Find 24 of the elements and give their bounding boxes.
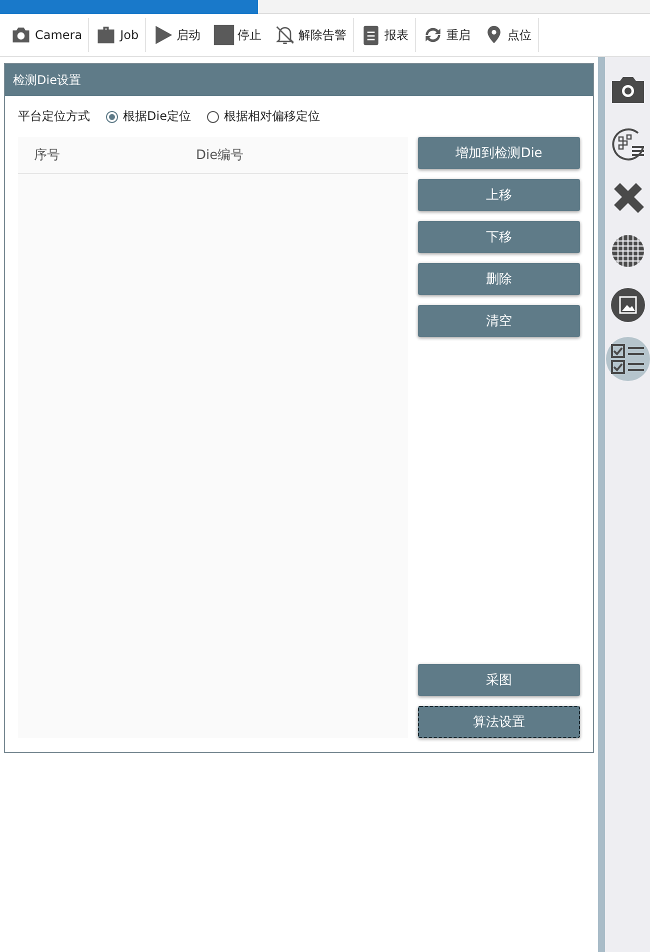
bell-off-icon [274,24,296,46]
column-header: 序号 [33,147,61,164]
action-button[interactable]: 清空 [418,305,580,337]
toolbar-button[interactable]: 停止 [206,18,268,52]
toolbar-button[interactable]: Camera [4,18,88,52]
toolbar-button[interactable]: Job [89,18,145,52]
briefcase-icon [95,24,118,46]
action-button[interactable]: 下移 [418,221,580,253]
stop-icon [212,24,235,46]
action-button[interactable]: 增加到检测Die [418,137,580,169]
toolbar-button[interactable]: 报表 [354,18,415,52]
toolbar-button[interactable]: 解除告警 [268,18,353,52]
toolbar-button[interactable]: 重启 [416,18,477,52]
radio-label: 根据Die定位 [123,108,191,125]
toolbar-button[interactable]: 点位 [476,18,538,52]
toolbar-button[interactable]: 启动 [146,18,207,52]
action-button[interactable]: 算法设置 [418,706,580,738]
action-button[interactable]: 删除 [418,263,580,295]
field-label: 平台定位方式 [18,108,90,125]
action-button[interactable]: 上移 [418,179,580,211]
panel-title: 检测Die设置 [5,64,593,96]
radio-option[interactable]: 根据Die定位 [106,108,191,125]
action-button[interactable]: 采图 [418,664,580,696]
column-header: Die编号 [195,147,245,164]
